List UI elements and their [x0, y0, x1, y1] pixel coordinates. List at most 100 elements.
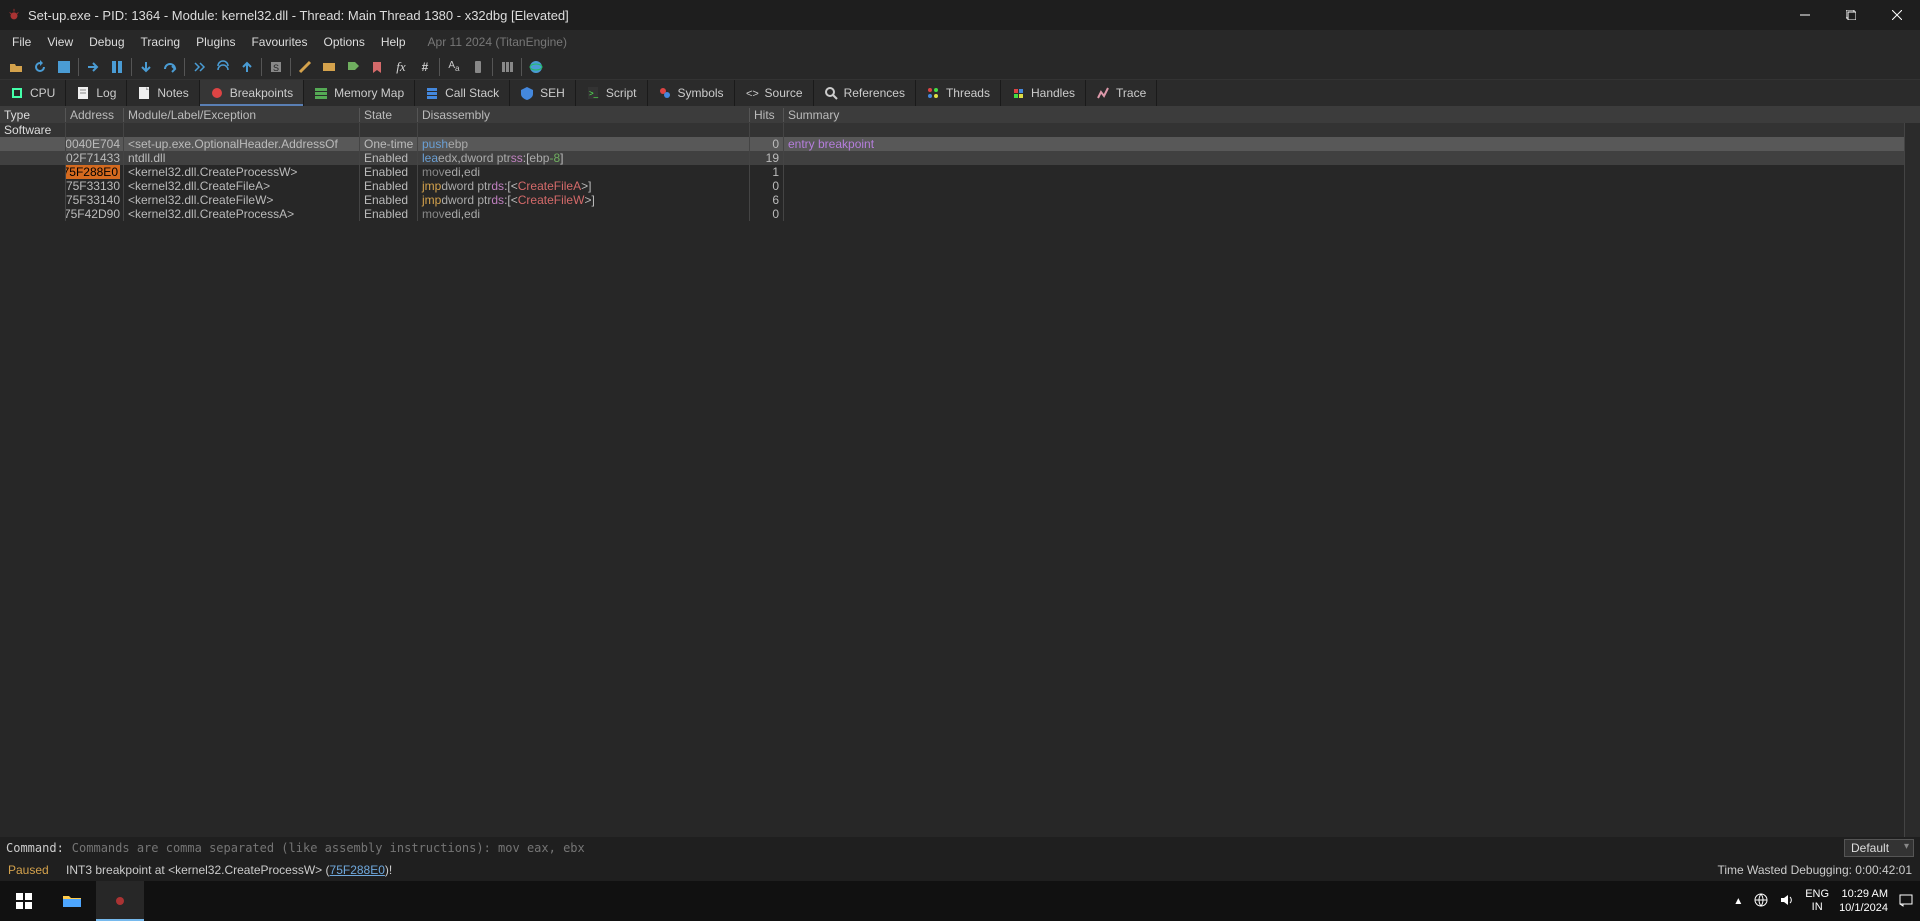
- bp-summary: entry breakpoint: [784, 137, 1904, 151]
- tab-script[interactable]: >_Script: [576, 80, 648, 106]
- menu-options[interactable]: Options: [317, 32, 370, 52]
- time-wasted: Time Wasted Debugging: 0:00:42:01: [1717, 863, 1912, 877]
- trace-icon: [1096, 86, 1110, 100]
- col-disasm[interactable]: Disassembly: [418, 108, 750, 122]
- cpu-icon: [10, 86, 24, 100]
- debug-state: Paused: [8, 863, 49, 877]
- breakpoint-row[interactable]: 0040E704<set-up.exe.OptionalHeader.Addre…: [0, 137, 1904, 151]
- bp-state: Enabled: [360, 193, 418, 207]
- pause-icon[interactable]: [105, 56, 129, 78]
- bp-state: Enabled: [360, 179, 418, 193]
- log-icon: [76, 86, 90, 100]
- breakpoint-table[interactable]: Software0040E704<set-up.exe.OptionalHead…: [0, 123, 1904, 837]
- restart-icon[interactable]: [28, 56, 52, 78]
- labels-icon[interactable]: [341, 56, 365, 78]
- bp-summary: [784, 193, 1904, 207]
- tab-notes[interactable]: Notes: [127, 80, 199, 106]
- taskbar-x32dbg[interactable]: [96, 881, 144, 921]
- col-module[interactable]: Module/Label/Exception: [124, 108, 360, 122]
- tab-references[interactable]: References: [814, 80, 916, 106]
- tab-cpu[interactable]: CPU: [0, 80, 66, 106]
- stop-icon[interactable]: [52, 56, 76, 78]
- functions-icon[interactable]: fx: [389, 56, 413, 78]
- col-state[interactable]: State: [360, 108, 418, 122]
- menu-debug[interactable]: Debug: [83, 32, 130, 52]
- bp-hits: 0: [750, 137, 784, 151]
- command-input[interactable]: [72, 841, 1836, 855]
- tab-symbols[interactable]: Symbols: [648, 80, 735, 106]
- breakpoint-row[interactable]: 75F288E0<kernel32.dll.CreateProcessW>Ena…: [0, 165, 1904, 179]
- tab-handles[interactable]: Handles: [1001, 80, 1086, 106]
- bp-module: <set-up.exe.OptionalHeader.AddressOf: [124, 137, 360, 151]
- scylla-icon[interactable]: S: [264, 56, 288, 78]
- vertical-scrollbar[interactable]: [1904, 123, 1920, 837]
- col-type[interactable]: Type: [0, 108, 66, 122]
- tray-chevron-icon[interactable]: ▲: [1733, 896, 1743, 907]
- menu-help[interactable]: Help: [375, 32, 412, 52]
- tray-clock[interactable]: 10:29 AM 10/1/2024: [1839, 887, 1888, 915]
- variables-icon[interactable]: #: [413, 56, 437, 78]
- bp-hits: 0: [750, 179, 784, 193]
- step-into-icon[interactable]: [134, 56, 158, 78]
- calls-icon[interactable]: [466, 56, 490, 78]
- status-left: Paused INT3 breakpoint at <kernel32.Crea…: [8, 863, 392, 877]
- bp-module: ntdll.dll: [124, 151, 360, 165]
- breakpoint-address-link[interactable]: 75F288E0: [330, 863, 385, 877]
- strings-icon[interactable]: Aa: [442, 56, 466, 78]
- tab-call-stack[interactable]: Call Stack: [415, 80, 510, 106]
- tray-volume-icon[interactable]: [1779, 892, 1795, 911]
- start-button[interactable]: [0, 881, 48, 921]
- bp-summary: [784, 165, 1904, 179]
- tab-seh[interactable]: SEH: [510, 80, 576, 106]
- tab-trace[interactable]: Trace: [1086, 80, 1157, 106]
- menu-favourites[interactable]: Favourites: [245, 32, 313, 52]
- breakpoint-row[interactable]: 75F33140<kernel32.dll.CreateFileW>Enable…: [0, 193, 1904, 207]
- bp-disassembly: push ebp: [418, 137, 750, 151]
- run-icon[interactable]: [81, 56, 105, 78]
- minimize-button[interactable]: [1782, 0, 1828, 30]
- tab-threads[interactable]: Threads: [916, 80, 1001, 106]
- patches-icon[interactable]: [293, 56, 317, 78]
- step-over-icon[interactable]: [158, 56, 182, 78]
- bp-address: 0040E704: [66, 137, 124, 151]
- tab-breakpoints[interactable]: Breakpoints: [200, 80, 304, 106]
- references-icon: [824, 86, 838, 100]
- trace-over-icon[interactable]: [211, 56, 235, 78]
- bp-state: Enabled: [360, 165, 418, 179]
- command-mode-combo[interactable]: Default: [1844, 839, 1914, 857]
- menu-plugins[interactable]: Plugins: [190, 32, 241, 52]
- taskbar-explorer[interactable]: [48, 881, 96, 921]
- settings-icon[interactable]: [495, 56, 519, 78]
- breakpoint-row[interactable]: 75F42D90<kernel32.dll.CreateProcessA>Ena…: [0, 207, 1904, 221]
- menu-view[interactable]: View: [41, 32, 79, 52]
- tray-network-icon[interactable]: [1753, 892, 1769, 911]
- tab-log[interactable]: Log: [66, 80, 127, 106]
- tab-memory-map[interactable]: Memory Map: [304, 80, 415, 106]
- bp-address: 75F288E0: [66, 165, 124, 179]
- bp-hits: 6: [750, 193, 784, 207]
- tab-source[interactable]: <>Source: [735, 80, 814, 106]
- trace-into-icon[interactable]: [187, 56, 211, 78]
- bp-address: 02F71433: [66, 151, 124, 165]
- close-button[interactable]: [1874, 0, 1920, 30]
- breakpoint-row[interactable]: 02F71433ntdll.dllEnabledlea edx,dword pt…: [0, 151, 1904, 165]
- menu-bar: FileViewDebugTracingPluginsFavouritesOpt…: [0, 30, 1920, 54]
- online-icon[interactable]: [524, 56, 548, 78]
- breakpoint-row[interactable]: 75F33130<kernel32.dll.CreateFileA>Enable…: [0, 179, 1904, 193]
- bookmarks-icon[interactable]: [365, 56, 389, 78]
- menu-file[interactable]: File: [6, 32, 37, 52]
- open-icon[interactable]: [4, 56, 28, 78]
- status-message: INT3 breakpoint at <kernel32.CreateProce…: [66, 863, 392, 877]
- col-address[interactable]: Address: [66, 108, 124, 122]
- run-to-user-icon[interactable]: [235, 56, 259, 78]
- type-group-software: Software: [0, 123, 66, 137]
- menu-tracing[interactable]: Tracing: [135, 32, 187, 52]
- system-tray: ▲ ENG IN 10:29 AM 10/1/2024: [1733, 881, 1920, 921]
- command-label: Command:: [6, 841, 64, 855]
- tray-language[interactable]: ENG IN: [1805, 888, 1829, 914]
- col-hits[interactable]: Hits: [750, 108, 784, 122]
- maximize-button[interactable]: [1828, 0, 1874, 30]
- comments-icon[interactable]: [317, 56, 341, 78]
- tray-notifications-icon[interactable]: [1898, 892, 1914, 911]
- col-summary[interactable]: Summary: [784, 108, 1920, 122]
